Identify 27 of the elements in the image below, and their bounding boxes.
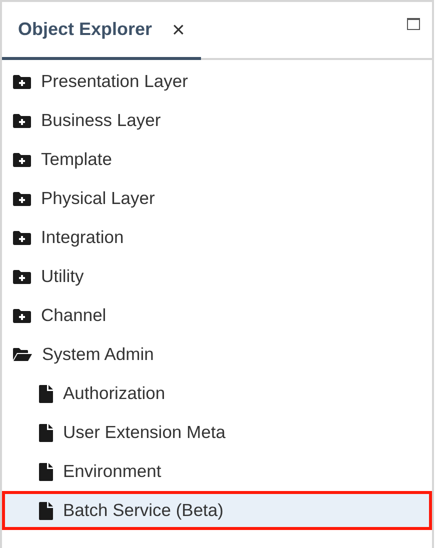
folder-plus-icon xyxy=(13,270,31,284)
tree-item[interactable]: Channel xyxy=(2,296,432,335)
tree-item[interactable]: Batch Service (Beta) xyxy=(2,491,432,530)
document-icon xyxy=(39,384,53,402)
tree-item[interactable]: System Admin xyxy=(2,335,432,374)
folder-plus-icon xyxy=(13,152,31,166)
document-icon xyxy=(39,502,53,520)
tree-item[interactable]: Presentation Layer xyxy=(2,62,432,101)
tree-item[interactable]: Business Layer xyxy=(2,101,432,140)
tree-item[interactable]: Utility xyxy=(2,257,432,296)
folder-plus-icon xyxy=(13,230,31,244)
tree-item[interactable]: Authorization xyxy=(2,374,432,413)
tree-item[interactable]: Physical Layer xyxy=(2,179,432,218)
tree-item[interactable]: User Extension Meta xyxy=(2,413,432,452)
tree-item[interactable]: Environment xyxy=(2,452,432,491)
object-explorer-tab[interactable]: Object Explorer × xyxy=(2,2,201,60)
tree-item[interactable]: Integration xyxy=(2,218,432,257)
folder-plus-icon xyxy=(13,74,31,88)
folder-plus-icon xyxy=(13,114,31,128)
folder-plus-icon xyxy=(13,192,31,206)
close-button[interactable]: × xyxy=(172,18,185,40)
document-icon xyxy=(39,462,53,480)
document-icon xyxy=(39,424,53,442)
maximize-icon[interactable] xyxy=(407,18,420,30)
tree-item[interactable]: Template xyxy=(2,140,432,179)
folder-plus-icon xyxy=(13,308,31,322)
open-folder-icon xyxy=(13,347,32,362)
